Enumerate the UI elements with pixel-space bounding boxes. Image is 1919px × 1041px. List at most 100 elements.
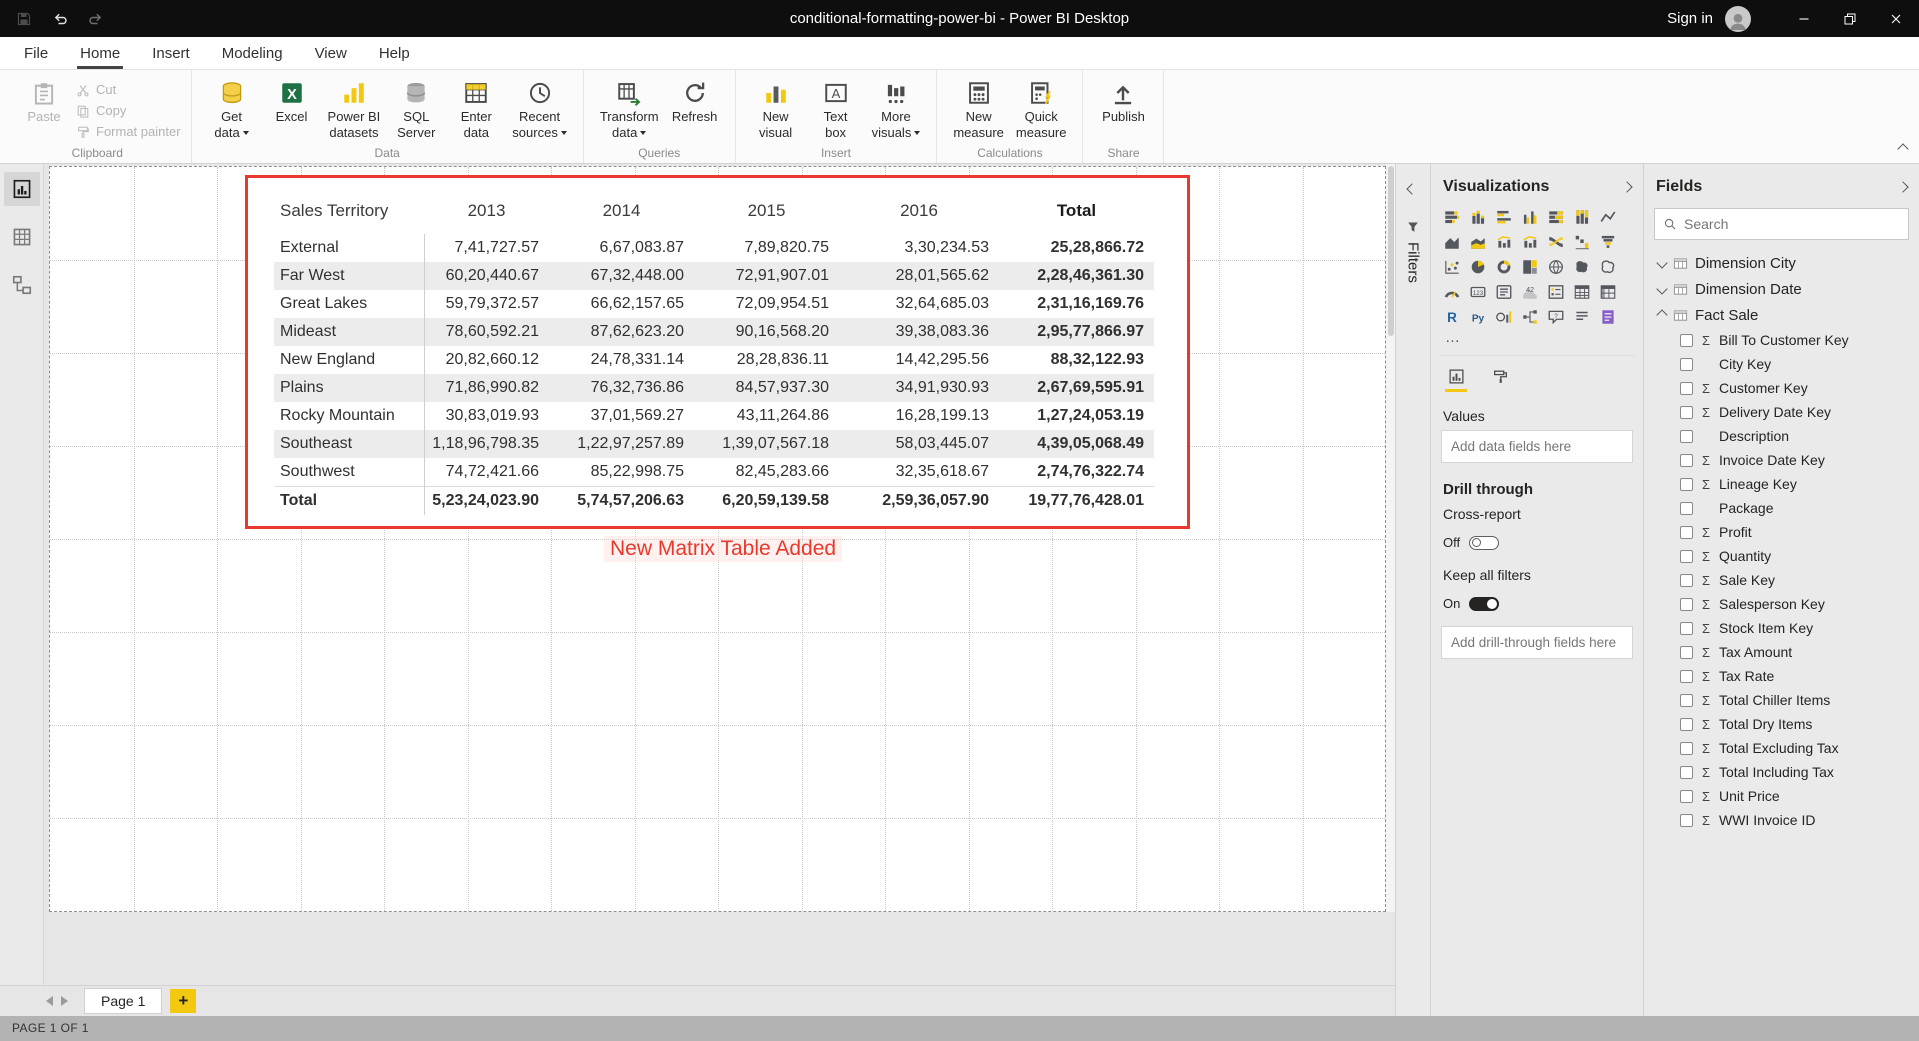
new-visual-button[interactable]: Newvisual	[746, 76, 806, 142]
qna-icon[interactable]: ?	[1543, 304, 1569, 329]
waterfall-chart-icon[interactable]	[1569, 229, 1595, 254]
field-tax-amount[interactable]: ΣTax Amount	[1652, 640, 1911, 664]
stacked-column-chart-icon[interactable]	[1465, 204, 1491, 229]
filters-pane-label[interactable]: Filters	[1405, 242, 1422, 283]
cut-button[interactable]: Cut	[76, 81, 181, 98]
field-table-fact-sale[interactable]: Fact Sale	[1652, 302, 1911, 328]
next-page-icon[interactable]	[61, 996, 68, 1006]
redo-icon[interactable]	[86, 9, 106, 29]
decomposition-tree-icon[interactable]	[1517, 304, 1543, 329]
add-drill-through-fields-well[interactable]: Add drill-through fields here	[1441, 626, 1633, 659]
map-icon[interactable]	[1543, 254, 1569, 279]
line-and-clustered-column-chart-icon[interactable]	[1517, 229, 1543, 254]
minimize-button[interactable]	[1781, 0, 1827, 37]
canvas-scrollbar[interactable]	[1386, 164, 1395, 912]
field-checkbox[interactable]	[1680, 358, 1693, 371]
clustered-column-chart-icon[interactable]	[1517, 204, 1543, 229]
transform-data-button[interactable]: Transformdata	[594, 76, 665, 142]
field-customer-key[interactable]: ΣCustomer Key	[1652, 376, 1911, 400]
expand-table-icon[interactable]	[1656, 283, 1667, 294]
more-visuals-ellipsis[interactable]: …	[1439, 329, 1635, 347]
model-view-button[interactable]	[4, 268, 40, 302]
field-checkbox[interactable]	[1680, 430, 1693, 443]
field-table-dimension-date[interactable]: Dimension Date	[1652, 276, 1911, 302]
menu-tab-help[interactable]: Help	[363, 37, 426, 69]
format-tab[interactable]	[1489, 368, 1511, 392]
matrix-row[interactable]: Far West60,20,440.6767,32,448.0072,91,90…	[274, 262, 1154, 290]
more-visuals-button[interactable]: Morevisuals	[866, 76, 927, 142]
data-view-button[interactable]	[4, 220, 40, 254]
r-script-icon[interactable]: R	[1439, 304, 1465, 329]
field-package[interactable]: Package	[1652, 496, 1911, 520]
values-tab[interactable]	[1445, 368, 1467, 392]
power-bi-datasets-button[interactable]: Power BIdatasets	[322, 76, 387, 142]
publish-button[interactable]: Publish	[1093, 76, 1153, 142]
clustered-bar-chart-icon[interactable]	[1491, 204, 1517, 229]
field-total-dry-items[interactable]: ΣTotal Dry Items	[1652, 712, 1911, 736]
field-checkbox[interactable]	[1680, 742, 1693, 755]
keep-all-filters-toggle[interactable]	[1469, 597, 1499, 611]
field-checkbox[interactable]	[1680, 670, 1693, 683]
card-icon[interactable]: 123	[1465, 279, 1491, 304]
field-quantity[interactable]: ΣQuantity	[1652, 544, 1911, 568]
kpi-icon[interactable]: 42	[1517, 279, 1543, 304]
copy-button[interactable]: Copy	[76, 102, 181, 119]
field-bill-to-customer-key[interactable]: ΣBill To Customer Key	[1652, 328, 1911, 352]
field-city-key[interactable]: City Key	[1652, 352, 1911, 376]
stacked-area-chart-icon[interactable]	[1465, 229, 1491, 254]
field-stock-item-key[interactable]: ΣStock Item Key	[1652, 616, 1911, 640]
field-description[interactable]: Description	[1652, 424, 1911, 448]
hundred-stacked-bar-chart-icon[interactable]	[1543, 204, 1569, 229]
collapse-visualizations-icon[interactable]	[1621, 181, 1632, 192]
field-checkbox[interactable]	[1680, 622, 1693, 635]
ribbon-chart-icon[interactable]	[1543, 229, 1569, 254]
field-sale-key[interactable]: ΣSale Key	[1652, 568, 1911, 592]
field-salesperson-key[interactable]: ΣSalesperson Key	[1652, 592, 1911, 616]
previous-page-icon[interactable]	[46, 996, 53, 1006]
collapse-table-icon[interactable]	[1656, 309, 1667, 320]
matrix-row[interactable]: External7,41,727.576,67,083.877,89,820.7…	[274, 234, 1154, 262]
stacked-bar-chart-icon[interactable]	[1439, 204, 1465, 229]
donut-chart-icon[interactable]	[1491, 254, 1517, 279]
field-checkbox[interactable]	[1680, 814, 1693, 827]
refresh-button[interactable]: Refresh	[665, 76, 725, 142]
paginated-report-icon[interactable]	[1595, 304, 1621, 329]
table-icon[interactable]	[1569, 279, 1595, 304]
fields-search-input[interactable]: Search	[1654, 208, 1909, 240]
collapse-fields-icon[interactable]	[1897, 181, 1908, 192]
field-invoice-date-key[interactable]: ΣInvoice Date Key	[1652, 448, 1911, 472]
scatter-chart-icon[interactable]	[1439, 254, 1465, 279]
field-tax-rate[interactable]: ΣTax Rate	[1652, 664, 1911, 688]
menu-tab-home[interactable]: Home	[64, 37, 136, 69]
cross-report-toggle[interactable]	[1469, 536, 1499, 550]
get-data-button[interactable]: Getdata	[202, 76, 262, 142]
field-checkbox[interactable]	[1680, 646, 1693, 659]
expand-table-icon[interactable]	[1656, 257, 1667, 268]
menu-tab-file[interactable]: File	[8, 37, 64, 69]
shape-map-icon[interactable]	[1595, 254, 1621, 279]
field-profit[interactable]: ΣProfit	[1652, 520, 1911, 544]
expand-filters-icon[interactable]	[1406, 183, 1417, 194]
field-checkbox[interactable]	[1680, 478, 1693, 491]
gauge-icon[interactable]	[1439, 279, 1465, 304]
matrix-icon[interactable]	[1595, 279, 1621, 304]
filled-map-icon[interactable]	[1569, 254, 1595, 279]
field-checkbox[interactable]	[1680, 550, 1693, 563]
field-checkbox[interactable]	[1680, 694, 1693, 707]
field-checkbox[interactable]	[1680, 574, 1693, 587]
menu-tab-modeling[interactable]: Modeling	[206, 37, 299, 69]
sign-in-link[interactable]: Sign in	[1667, 10, 1713, 27]
field-total-including-tax[interactable]: ΣTotal Including Tax	[1652, 760, 1911, 784]
field-checkbox[interactable]	[1680, 382, 1693, 395]
hundred-stacked-column-chart-icon[interactable]	[1569, 204, 1595, 229]
field-total-excluding-tax[interactable]: ΣTotal Excluding Tax	[1652, 736, 1911, 760]
save-icon[interactable]	[14, 9, 34, 29]
smart-narrative-icon[interactable]	[1569, 304, 1595, 329]
collapse-ribbon-icon[interactable]	[1897, 143, 1908, 154]
recent-sources-button[interactable]: Recentsources	[506, 76, 573, 142]
treemap-icon[interactable]	[1517, 254, 1543, 279]
enter-data-button[interactable]: Enterdata	[446, 76, 506, 142]
area-chart-icon[interactable]	[1439, 229, 1465, 254]
excel-button[interactable]: XExcel	[262, 76, 322, 142]
field-checkbox[interactable]	[1680, 406, 1693, 419]
